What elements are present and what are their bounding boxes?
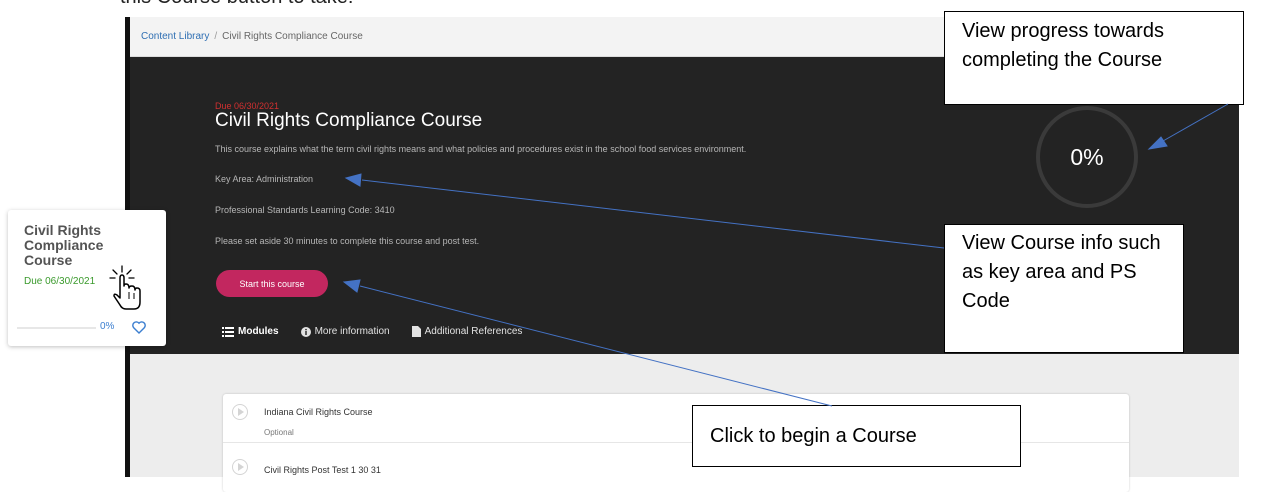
annotation-arrows xyxy=(342,103,1229,407)
